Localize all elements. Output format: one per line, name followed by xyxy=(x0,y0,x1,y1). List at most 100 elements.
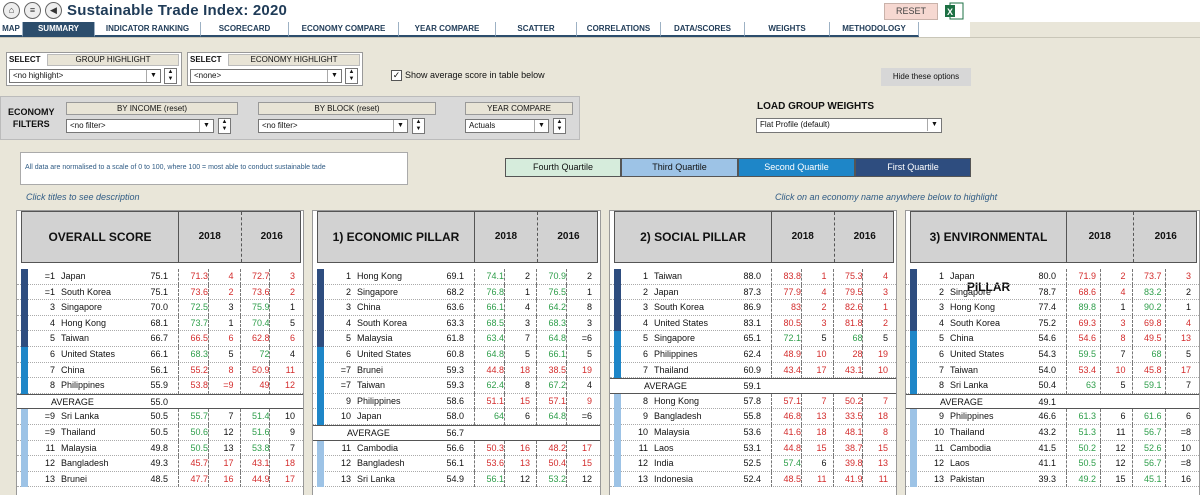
table-row[interactable]: 11 Malaysia 49.8 50.5 13 53.8 7 xyxy=(17,440,303,457)
table-row[interactable]: 12 Bangladesh 49.3 45.7 17 43.1 18 xyxy=(17,456,303,472)
table-row[interactable]: 4 South Korea 75.2 69.3 3 69.8 4 xyxy=(906,315,1199,332)
table-row[interactable]: 10 Malaysia 53.6 41.6 18 48.1 8 xyxy=(610,424,896,441)
economy-name[interactable]: Hong Kong xyxy=(61,316,106,332)
table-row[interactable]: 6 Philippines 62.4 48.9 10 28 19 xyxy=(610,346,896,363)
economy-name[interactable]: South Korea xyxy=(61,285,111,301)
economy-name[interactable]: Thailand xyxy=(61,425,96,441)
table-row[interactable]: 2 Singapore 68.2 76.8 1 76.5 1 xyxy=(313,284,600,301)
economy-name[interactable]: Thailand xyxy=(654,363,689,379)
by-income-spinner[interactable]: ▲ ▼ xyxy=(218,118,231,134)
economy-name[interactable]: Bangladesh xyxy=(357,456,405,472)
table-row[interactable]: =9 Thailand 50.5 50.6 12 51.6 9 xyxy=(17,424,303,441)
economy-name[interactable]: Malaysia xyxy=(654,425,690,441)
tab-summary[interactable]: SUMMARY xyxy=(23,22,95,37)
economy-name[interactable]: Sri Lanka xyxy=(61,409,99,425)
dropdown-arrow-icon[interactable]: ▼ xyxy=(327,70,341,82)
economy-name[interactable]: Pakistan xyxy=(950,472,985,488)
reset-button[interactable]: RESET xyxy=(884,3,938,20)
dropdown-arrow-icon[interactable]: ▼ xyxy=(146,70,160,82)
table-row[interactable]: 13 Pakistan 39.3 49.2 15 45.1 16 xyxy=(906,471,1199,488)
economy-name[interactable]: Philippines xyxy=(654,347,698,363)
economy-name[interactable]: Sri Lanka xyxy=(950,378,988,394)
tab-correlations[interactable]: CORRELATIONS xyxy=(577,22,661,37)
by-block-spinner[interactable]: ▲ ▼ xyxy=(412,118,425,134)
table-row[interactable]: =9 Sri Lanka 50.5 55.7 7 51.4 10 xyxy=(17,409,303,425)
by-block-select[interactable]: <no filter> ▼ xyxy=(258,119,408,133)
economy-name[interactable]: United States xyxy=(654,316,708,332)
economy-name[interactable]: Philippines xyxy=(950,409,994,425)
economy-name[interactable]: Bangladesh xyxy=(61,456,109,472)
economy-name[interactable]: China xyxy=(950,331,974,347)
by-block-reset-button[interactable]: BY BLOCK (reset) xyxy=(258,102,436,115)
dropdown-arrow-icon[interactable]: ▼ xyxy=(534,120,548,132)
hide-options-button[interactable]: Hide these options xyxy=(881,68,971,86)
table-row[interactable]: 4 Hong Kong 68.1 73.7 1 70.4 5 xyxy=(17,315,303,332)
economy-name[interactable]: Philippines xyxy=(357,394,401,410)
tab-map[interactable]: MAP xyxy=(0,22,23,37)
economy-name[interactable]: Japan xyxy=(357,409,382,425)
table-row[interactable]: 4 United States 83.1 80.5 3 81.8 2 xyxy=(610,315,896,332)
tab-scorecard[interactable]: SCORECARD xyxy=(201,22,289,37)
tab-data-scores[interactable]: DATA/SCORES xyxy=(661,22,745,37)
economy-name[interactable]: Indonesia xyxy=(654,472,693,488)
economy-name[interactable]: China xyxy=(357,300,381,316)
table-row[interactable]: 8 Hong Kong 57.8 57.1 7 50.2 7 xyxy=(610,393,896,410)
economy-name[interactable]: Brunei xyxy=(357,363,383,379)
table-row[interactable]: 4 South Korea 63.3 68.5 3 68.3 3 xyxy=(313,315,600,332)
table-row[interactable]: 11 Cambodia 41.5 50.2 12 52.6 10 xyxy=(906,440,1199,457)
economy-name[interactable]: Singapore xyxy=(357,285,398,301)
table-row[interactable]: 5 Taiwan 66.7 66.5 6 62.8 6 xyxy=(17,331,303,347)
table-row[interactable]: 10 Japan 58.0 64 6 64.8 =6 xyxy=(313,409,600,425)
year-compare-select[interactable]: Actuals ▼ xyxy=(465,119,549,133)
table-row[interactable]: 7 Taiwan 54.0 53.4 10 45.8 17 xyxy=(906,362,1199,379)
table-row[interactable]: 12 Bangladesh 56.1 53.6 13 50.4 15 xyxy=(313,456,600,472)
panel-title[interactable]: OVERALL SCORE xyxy=(22,212,179,262)
economy-name[interactable]: China xyxy=(61,363,85,379)
economy-name[interactable]: Singapore xyxy=(61,300,102,316)
table-row[interactable]: 13 Sri Lanka 54.9 56.1 12 53.2 12 xyxy=(313,471,600,488)
table-row[interactable]: 13 Indonesia 52.4 48.5 11 41.9 11 xyxy=(610,471,896,488)
back-icon[interactable]: ◀ xyxy=(45,2,62,19)
tab-indicator-ranking[interactable]: INDICATOR RANKING xyxy=(95,22,201,37)
panel-title[interactable]: 1) ECONOMIC PILLAR xyxy=(318,212,475,262)
table-row[interactable]: 9 Philippines 58.6 51.1 15 57.1 9 xyxy=(313,393,600,410)
economy-name[interactable]: Taiwan xyxy=(357,378,385,394)
dropdown-arrow-icon[interactable]: ▼ xyxy=(927,119,941,131)
economy-name[interactable]: Cambodia xyxy=(950,441,991,457)
menu-icon[interactable]: ≡ xyxy=(24,2,41,19)
excel-export-icon[interactable]: X xyxy=(944,2,964,20)
group-highlight-spinner[interactable]: ▲ ▼ xyxy=(164,68,177,84)
show-average-checkbox[interactable]: ✓ xyxy=(391,70,402,81)
tab-scatter[interactable]: SCATTER xyxy=(496,22,577,37)
table-row[interactable]: 2 Singapore 78.7 68.6 4 83.2 2 xyxy=(906,284,1199,301)
economy-name[interactable]: United States xyxy=(950,347,1004,363)
economy-name[interactable]: South Korea xyxy=(654,300,704,316)
table-row[interactable]: 6 United States 66.1 68.3 5 72 4 xyxy=(17,346,303,363)
economy-name[interactable]: Japan xyxy=(950,269,975,285)
group-highlight-select[interactable]: <no highlight> ▼ xyxy=(9,69,161,83)
table-row[interactable]: 3 Singapore 70.0 72.5 3 75.9 1 xyxy=(17,300,303,316)
economy-name[interactable]: Thailand xyxy=(950,425,985,441)
economy-name[interactable]: Malaysia xyxy=(61,441,97,457)
tab-economy-compare[interactable]: ECONOMY COMPARE xyxy=(289,22,399,37)
table-row[interactable]: 5 Singapore 65.1 72.1 5 68 5 xyxy=(610,331,896,347)
table-row[interactable]: 6 United States 54.3 59.5 7 68 5 xyxy=(906,346,1199,363)
economy-name[interactable]: Japan xyxy=(654,285,679,301)
economy-highlight-spinner[interactable]: ▲ ▼ xyxy=(345,68,358,84)
table-row[interactable]: 3 China 63.6 66.1 4 64.2 8 xyxy=(313,300,600,316)
economy-name[interactable]: Cambodia xyxy=(357,441,398,457)
table-row[interactable]: 8 Sri Lanka 50.4 63 5 59.1 7 xyxy=(906,378,1199,394)
economy-name[interactable]: Hong Kong xyxy=(950,300,995,316)
table-row[interactable]: =7 Brunei 59.3 44.8 18 38.5 19 xyxy=(313,362,600,379)
table-row[interactable]: 7 China 56.1 55.2 8 50.9 11 xyxy=(17,362,303,379)
economy-name[interactable]: United States xyxy=(357,347,411,363)
economy-name[interactable]: Japan xyxy=(61,269,86,285)
group-highlight-title[interactable]: GROUP HIGHLIGHT xyxy=(47,54,179,66)
economy-highlight-title[interactable]: ECONOMY HIGHLIGHT xyxy=(228,54,360,66)
table-row[interactable]: 1 Taiwan 88.0 83.8 1 75.3 4 xyxy=(610,269,896,285)
table-row[interactable]: 8 Philippines 55.9 53.8 =9 49 12 xyxy=(17,378,303,394)
economy-name[interactable]: India xyxy=(654,456,674,472)
economy-name[interactable]: Brunei xyxy=(61,472,87,488)
table-row[interactable]: 1 Japan 80.0 71.9 2 73.7 3 xyxy=(906,269,1199,285)
table-row[interactable]: 5 China 54.6 54.6 8 49.5 13 xyxy=(906,331,1199,347)
